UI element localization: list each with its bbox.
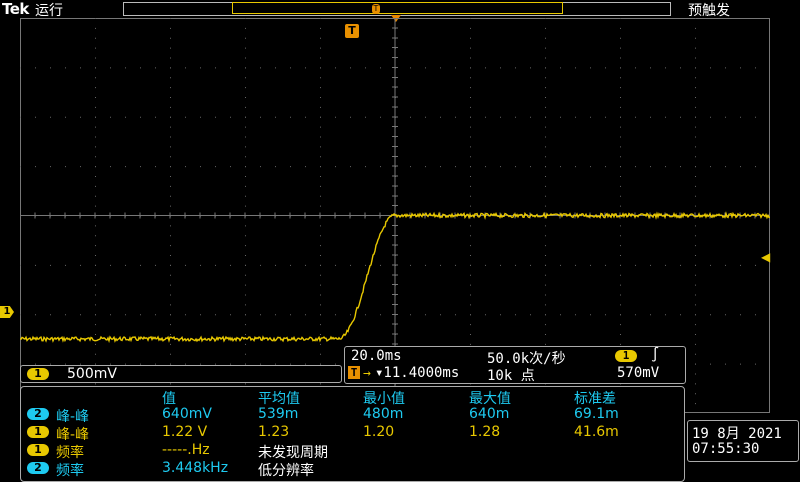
measurement-name: 峰-峰 [56, 409, 90, 425]
trigger-source-badge: 1 [615, 350, 637, 362]
measurement-row[interactable]: 1 峰-峰 1.22 V 1.23 1.20 1.28 41.6m [21, 424, 684, 443]
time: 07:55:30 [692, 441, 760, 457]
col-header-value: 值 [162, 391, 176, 407]
trigger-delay-icon: T [348, 366, 360, 379]
date: 19 8月 2021 [692, 426, 782, 442]
ch2-badge: 2 [27, 408, 49, 420]
measurement-mean: 539m [258, 406, 299, 422]
trigger-position-mark: T [372, 4, 380, 14]
measurement-panel[interactable]: 值 平均值 最小值 最大值 标准差 2 峰-峰 640mV 539m 480m … [20, 386, 685, 482]
ch1-badge: 1 [27, 368, 49, 380]
trigger-level: 570mV [617, 365, 660, 381]
measurement-mean: 1.23 [258, 424, 290, 440]
ch1-badge: 1 [27, 444, 49, 456]
measurement-note: 未发现周期 [258, 445, 328, 461]
brand-logo: Tek [2, 0, 29, 18]
measurement-value: 3.448kHz [162, 460, 229, 476]
measurement-value: 1.22 V [162, 424, 208, 440]
measurement-max: 640m [469, 406, 510, 422]
record-length: 10k 点 [487, 368, 535, 384]
measurement-name: 频率 [56, 445, 84, 461]
col-header-std: 标准差 [574, 391, 616, 407]
trigger-delay: ▾11.4000ms [375, 365, 460, 381]
measurement-row[interactable]: 1 频率 -----.Hz 未发现周期 [21, 442, 684, 461]
measurement-std: 41.6m [574, 424, 619, 440]
ch1-badge: 1 [27, 426, 49, 438]
measurement-min: 1.20 [363, 424, 395, 440]
col-header-max: 最大值 [469, 391, 511, 407]
timebase-readout[interactable]: 20.0ms 50.0k次/秒 1 ∫ T → ▾11.4000ms 10k 点… [344, 346, 686, 384]
col-header-min: 最小值 [363, 391, 405, 407]
col-header-mean: 平均值 [258, 391, 300, 407]
ch1-ground-marker[interactable]: 1 [0, 306, 14, 318]
datetime-readout: 19 8月 2021 07:55:30 [687, 420, 799, 462]
measurement-value: -----.Hz [162, 442, 210, 458]
measurement-max: 1.28 [469, 424, 501, 440]
measurement-min: 480m [363, 406, 404, 422]
ch1-scale-readout[interactable]: 1 500mV [20, 365, 342, 383]
measurement-header-row: 值 平均值 最小值 最大值 标准差 [21, 388, 684, 407]
ch1-scale-value: 500mV [67, 366, 117, 382]
measurement-row[interactable]: 2 峰-峰 640mV 539m 480m 640m 69.1m [21, 406, 684, 425]
measurement-row[interactable]: 2 频率 3.448kHz 低分辨率 [21, 460, 684, 479]
measurement-std: 69.1m [574, 406, 619, 422]
view-window[interactable] [232, 2, 563, 14]
run-status: 运行 [35, 3, 63, 19]
measurement-name: 频率 [56, 463, 84, 479]
trigger-status: 预触发 [688, 3, 730, 19]
trigger-slope-icon: ∫ [651, 347, 660, 363]
measurement-note: 低分辨率 [258, 463, 314, 479]
ch2-badge: 2 [27, 462, 49, 474]
measurement-name: 峰-峰 [56, 427, 90, 443]
measurement-value: 640mV [162, 406, 212, 422]
time-per-div: 20.0ms [351, 348, 402, 364]
trigger-level-marker-icon[interactable]: ◀ [761, 250, 770, 264]
